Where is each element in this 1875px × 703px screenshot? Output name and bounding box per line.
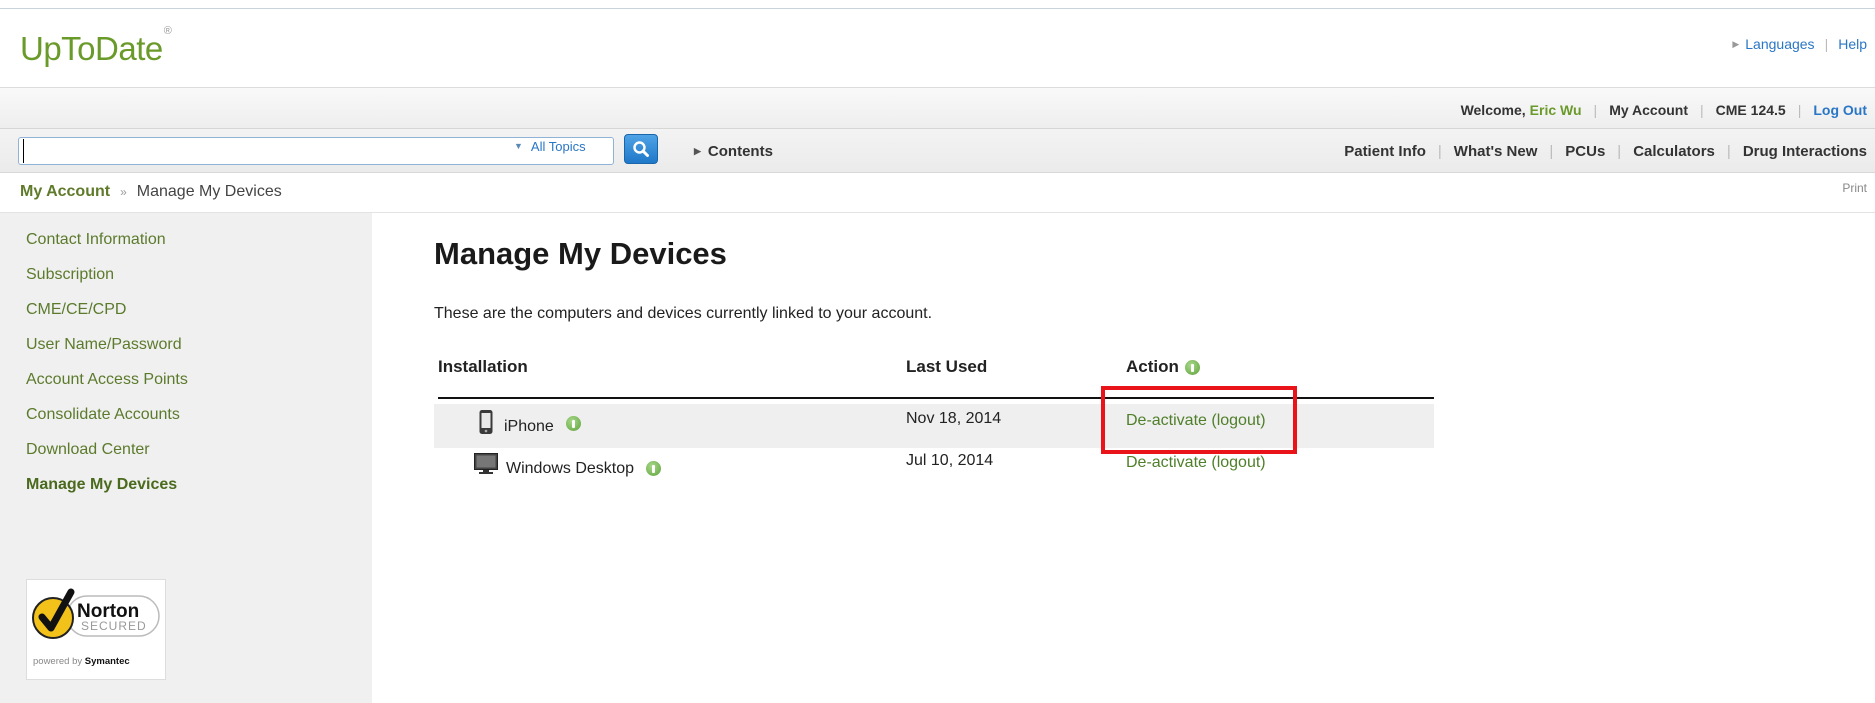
svg-text:powered by Symantec: powered by Symantec [33,656,130,667]
divider: | [1617,143,1622,160]
topics-dropdown[interactable]: ▼ All Topics [514,135,586,157]
log-out-link[interactable]: Log Out [1813,102,1867,118]
breadcrumb-my-account[interactable]: My Account [20,183,110,201]
device-name: Windows Desktop [506,460,635,477]
my-account-link[interactable]: My Account [1609,102,1688,118]
sidebar-item-username-password[interactable]: User Name/Password [26,336,188,371]
chevron-down-icon: ▼ [514,141,523,151]
device-cell: iPhone [478,408,581,436]
sidebar-item-access-points[interactable]: Account Access Points [26,371,188,406]
norton-secured-badge[interactable]: Norton SECURED powered by Symantec [26,579,166,680]
languages-link[interactable]: Languages [1745,36,1814,52]
divider: | [1700,102,1704,118]
search-bar: ▼ All Topics ▶ Contents Patient Info | W… [0,129,1875,173]
triangle-right-icon: ▶ [694,146,701,156]
last-used-header-label: Last Used [906,357,988,376]
monitor-icon [474,453,498,474]
last-used-cell: Jul 10, 2014 [906,452,994,469]
badge-subtitle: SECURED [81,619,147,633]
divider: | [1437,143,1442,160]
logo-text: UpToDate [20,30,163,67]
calculators-link[interactable]: Calculators [1633,143,1715,160]
utility-links: ▶ Languages | Help [1732,36,1867,52]
norton-logo: Norton SECURED powered by Symantec [32,588,160,667]
account-links: Welcome, Eric Wu | My Account | CME 124.… [1461,102,1867,118]
welcome-bar: Welcome, Eric Wu | My Account | CME 124.… [0,87,1875,129]
triangle-right-icon: ▶ [1732,38,1740,49]
divider: | [1797,102,1802,118]
phone-icon [479,410,493,434]
sidebar-item-subscription[interactable]: Subscription [26,266,188,301]
divider: | [1824,36,1829,52]
main-nav: Patient Info | What's New | PCUs | Calcu… [1344,143,1867,160]
column-header-last-used: Last Used [906,357,987,377]
column-header-action: Action [1126,357,1200,377]
breadcrumb: My Account » Manage My Devices [20,183,282,201]
account-sidebar: Contact Information Subscription CME/CE/… [0,213,372,703]
info-icon[interactable] [565,415,581,431]
breadcrumb-separator: » [120,185,127,199]
topics-dropdown-label: All Topics [530,138,586,154]
action-header-label: Action [1126,357,1179,376]
search-input[interactable] [23,139,503,163]
sidebar-item-download-center[interactable]: Download Center [26,441,188,476]
search-icon [633,141,649,157]
table-row: iPhone Nov 18, 2014 De-activate (logout) [434,404,1434,448]
divider: | [1726,143,1731,160]
badge-footer-prefix: powered by [33,656,82,667]
column-header-installation: Installation [438,357,528,377]
registered-mark: ® [163,25,172,37]
divider: | [1593,102,1598,118]
welcome-text: Welcome, [1460,102,1526,118]
installation-header-label: Installation [438,357,528,376]
patient-info-link[interactable]: Patient Info [1344,143,1426,160]
intro-text: These are the computers and devices curr… [434,305,933,322]
contents-link[interactable]: ▶ Contents [694,143,773,160]
pcus-link[interactable]: PCUs [1565,143,1605,160]
sidebar-item-manage-devices[interactable]: Manage My Devices [26,476,188,511]
uptodate-logo[interactable]: UpToDate® [20,25,172,68]
whats-new-link[interactable]: What's New [1454,143,1538,160]
badge-footer-brand: Symantec [85,656,130,667]
search-button[interactable] [624,134,658,164]
divider: | [1549,143,1554,160]
top-rule [0,8,1875,9]
info-icon[interactable] [646,460,662,476]
sidebar-item-cme[interactable]: CME/CE/CPD [26,301,188,336]
info-icon[interactable] [1184,359,1200,375]
help-link[interactable]: Help [1838,36,1867,52]
header-divider [438,397,1434,399]
sidebar-item-contact-information[interactable]: Contact Information [26,231,188,266]
breadcrumb-current: Manage My Devices [136,183,282,200]
device-name: iPhone [504,418,554,435]
sidebar-item-consolidate-accounts[interactable]: Consolidate Accounts [26,406,188,441]
table-row: Windows Desktop Jul 10, 2014 De-activate… [434,448,1434,492]
print-link[interactable]: Print [1842,181,1867,195]
breadcrumb-bar: My Account » Manage My Devices Print [0,173,1875,213]
sidebar-nav: Contact Information Subscription CME/CE/… [26,231,188,511]
page-title: Manage My Devices [434,236,727,271]
cme-link[interactable]: CME 124.5 [1716,102,1786,118]
contents-label: Contents [707,143,773,160]
deactivate-link[interactable]: De-activate (logout) [1126,454,1266,472]
device-cell: Windows Desktop [474,450,662,478]
drug-interactions-link[interactable]: Drug Interactions [1743,143,1867,160]
last-used-cell: Nov 18, 2014 [906,410,1002,427]
user-name: Eric Wu [1529,102,1582,118]
deactivate-link[interactable]: De-activate (logout) [1126,412,1266,430]
